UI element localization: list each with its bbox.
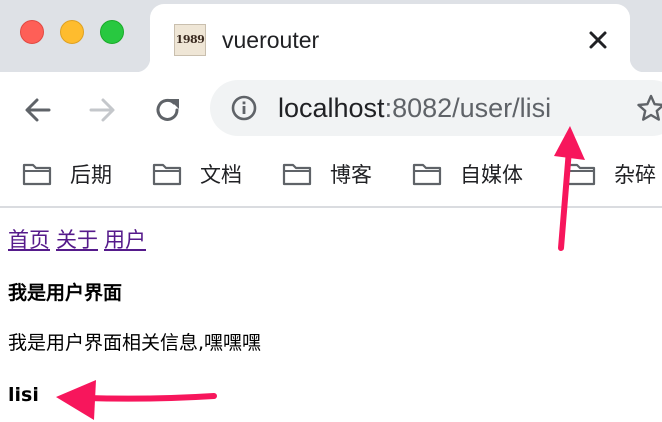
browser-window: 1989 vuerouter localhost:8082/user/lisi … [0,0,662,422]
window-minimize-button[interactable] [60,20,84,44]
window-maximize-button[interactable] [100,20,124,44]
bookmark-label: 杂碎 [614,163,656,187]
url-host: localhost [278,93,385,123]
address-bar[interactable]: localhost:8082/user/lisi [210,80,662,136]
username-value: lisi [8,384,39,406]
url-text[interactable]: localhost:8082/user/lisi [278,92,551,124]
reload-icon[interactable] [152,94,184,126]
tab-strip: 1989 vuerouter [0,0,662,72]
bookmark-folder[interactable]: 杂碎 [566,158,656,190]
bookmark-label: 自媒体 [460,163,523,187]
url-path: :8082/user/lisi [384,93,552,123]
nav-link-home[interactable]: 首页 [8,228,50,252]
star-icon[interactable] [636,93,662,123]
tab-title: vuerouter [222,27,320,53]
bookmarks-bar: 后期 文档 博客 自媒体 杂碎 [0,144,662,208]
close-icon[interactable] [584,26,612,54]
nav-link-user[interactable]: 用户 [104,228,146,252]
user-page-info: 我是用户界面相关信息,嘿嘿嘿 [8,332,262,354]
info-icon[interactable] [230,94,258,122]
folder-icon [566,163,596,186]
forward-arrow-icon[interactable] [86,94,118,126]
browser-toolbar: localhost:8082/user/lisi [0,72,662,144]
bookmark-label: 后期 [70,163,112,187]
favicon-icon: 1989 [174,24,206,56]
user-page-heading: 我是用户界面 [8,282,123,304]
folder-icon [282,163,312,186]
bookmark-folder[interactable]: 后期 [22,158,112,190]
bookmark-label: 博客 [330,163,372,187]
bookmark-folder[interactable]: 博客 [282,158,372,190]
folder-icon [22,163,52,186]
bookmark-folder[interactable]: 自媒体 [412,158,523,190]
folder-icon [412,163,442,186]
bookmark-label: 文档 [200,163,242,187]
nav-link-about[interactable]: 关于 [56,228,98,252]
bookmark-folder[interactable]: 文档 [152,158,242,190]
active-tab[interactable]: 1989 vuerouter [136,4,644,72]
page-content: 首页 关于 用户 我是用户界面 我是用户界面相关信息,嘿嘿嘿 lisi [0,208,662,422]
router-nav: 首页 关于 用户 [8,226,152,254]
window-close-button[interactable] [20,20,44,44]
back-arrow-icon[interactable] [22,94,54,126]
folder-icon [152,163,182,186]
